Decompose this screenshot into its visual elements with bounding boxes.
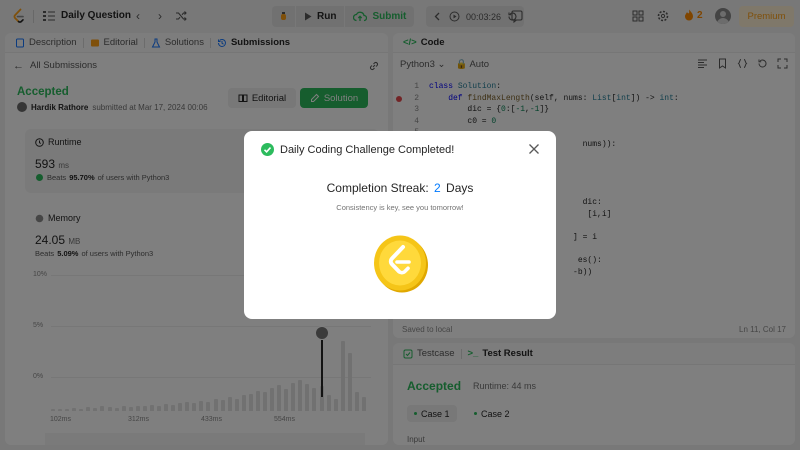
leetcode-coin-icon [374, 235, 428, 293]
completion-modal: Daily Coding Challenge Completed! Comple… [244, 131, 556, 319]
streak-value: 2 [434, 181, 441, 195]
close-icon[interactable] [527, 142, 541, 156]
streak-prefix: Completion Streak: [326, 181, 429, 195]
streak-suffix: Days [446, 181, 474, 195]
modal-header: Daily Coding Challenge Completed! [261, 143, 454, 156]
modal-title: Daily Coding Challenge Completed! [280, 143, 455, 156]
completion-streak: Completion Streak: 2 Days [244, 181, 556, 195]
modal-subtitle: Consistency is key, see you tomorrow! [336, 203, 464, 212]
check-circle-icon [261, 143, 274, 156]
